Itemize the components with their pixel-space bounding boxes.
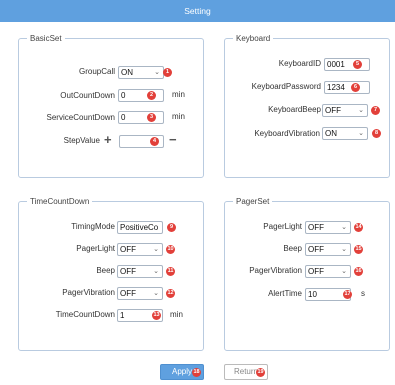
service-count-down-unit: min (172, 112, 185, 121)
out-count-down-input[interactable]: 0 (118, 89, 164, 102)
tcd-beep-select[interactable]: OFF ⌄ (117, 265, 163, 278)
return-label: Return (233, 367, 258, 376)
tcd-pager-light-value: OFF (120, 245, 136, 254)
ps-pager-light-select[interactable]: OFF ⌄ (305, 221, 351, 234)
tcd-beep-label: Beep (96, 266, 115, 275)
ps-pager-vibration-value: OFF (308, 267, 324, 276)
service-count-down-value: 0 (121, 113, 126, 122)
badge-16: 16 (354, 267, 363, 276)
keyboard-title: Keyboard (233, 33, 274, 44)
basic-set-panel: BasicSet (18, 33, 204, 178)
tcd-pager-vibration-value: OFF (120, 289, 136, 298)
chevron-down-icon: ⌄ (153, 246, 159, 253)
time-count-down-label: TimeCountDown (55, 310, 115, 319)
badge-15: 15 (354, 245, 363, 254)
ps-beep-label: Beep (283, 244, 302, 253)
keyboard-password-label: KeyboardPassword (251, 82, 321, 91)
out-count-down-label: OutCountDown (60, 91, 115, 100)
ps-pager-vibration-label: PagerVibration (249, 266, 302, 275)
badge-9: 9 (167, 223, 176, 232)
ps-pager-light-label: PagerLight (263, 222, 302, 231)
badge-2: 2 (147, 91, 156, 100)
badge-11: 11 (166, 267, 175, 276)
chevron-down-icon: ⌄ (341, 224, 347, 231)
badge-3: 3 (147, 113, 156, 122)
tcd-pager-vibration-label: PagerVibration (62, 288, 115, 297)
chevron-down-icon: ⌄ (341, 268, 347, 275)
ps-pager-light-value: OFF (308, 223, 324, 232)
chevron-down-icon: ⌄ (358, 107, 364, 114)
badge-7: 7 (371, 106, 380, 115)
group-call-select[interactable]: ON ⌄ (118, 66, 164, 79)
badge-17: 17 (343, 290, 352, 299)
badge-19: 19 (256, 368, 265, 377)
chevron-down-icon: ⌄ (154, 69, 160, 76)
out-count-down-value: 0 (121, 91, 126, 100)
badge-14: 14 (354, 223, 363, 232)
tcd-pager-light-label: PagerLight (76, 244, 115, 253)
service-count-down-label: ServiceCountDown (46, 113, 115, 122)
timing-mode-label: TimingMode (71, 222, 115, 231)
step-value-label: StepValue (63, 136, 100, 145)
tcd-pager-light-select[interactable]: OFF ⌄ (117, 243, 163, 256)
apply-label: Apply (171, 367, 192, 376)
keyboard-beep-value: OFF (325, 106, 341, 115)
timing-mode-select[interactable]: PositiveCo (117, 221, 163, 234)
timing-mode-value: PositiveCo (120, 223, 159, 232)
keyboard-vibration-label: KeyboardVibration (254, 129, 320, 138)
group-call-value: ON (121, 68, 133, 77)
basic-set-title: BasicSet (27, 33, 65, 44)
keyboard-beep-label: KeyboardBeep (268, 105, 321, 114)
badge-4: 4 (150, 137, 159, 146)
time-count-down-title: TimeCountDown (27, 196, 93, 207)
chevron-down-icon: ⌄ (341, 246, 347, 253)
keyboard-vibration-value: ON (325, 129, 337, 138)
chevron-down-icon: ⌄ (153, 290, 159, 297)
minus-icon[interactable]: − (169, 133, 177, 147)
badge-5: 5 (353, 60, 362, 69)
tcd-beep-value: OFF (120, 267, 136, 276)
keyboard-password-value: 1234 (327, 83, 345, 92)
tcd-pager-vibration-select[interactable]: OFF ⌄ (117, 287, 163, 300)
keyboard-password-input[interactable]: 1234 (324, 81, 370, 94)
chevron-down-icon: ⌄ (153, 268, 159, 275)
keyboard-id-value: 0001 (327, 60, 345, 69)
window-title: Setting (184, 6, 211, 16)
badge-18: 18 (192, 368, 201, 377)
keyboard-vibration-select[interactable]: ON ⌄ (322, 127, 368, 140)
plus-icon[interactable]: + (104, 133, 112, 147)
badge-13: 13 (152, 311, 161, 320)
window-titlebar: Setting (0, 0, 395, 22)
ps-pager-vibration-select[interactable]: OFF ⌄ (305, 265, 351, 278)
badge-6: 6 (351, 83, 360, 92)
badge-10: 10 (166, 245, 175, 254)
out-count-down-unit: min (172, 90, 185, 99)
alert-time-label: AlertTime (268, 289, 302, 298)
ps-beep-value: OFF (308, 245, 324, 254)
badge-8: 8 (372, 129, 381, 138)
badge-12: 12 (166, 289, 175, 298)
time-count-down-value: 1 (120, 311, 125, 320)
group-call-label: GroupCall (78, 67, 115, 76)
chevron-down-icon: ⌄ (358, 130, 364, 137)
service-count-down-input[interactable]: 0 (118, 111, 164, 124)
ps-beep-select[interactable]: OFF ⌄ (305, 243, 351, 256)
time-count-down-unit: min (170, 310, 183, 319)
alert-time-value: 10 (308, 290, 317, 299)
keyboard-id-input[interactable]: 0001 (324, 58, 370, 71)
badge-1: 1 (163, 68, 172, 77)
keyboard-beep-select[interactable]: OFF ⌄ (322, 104, 368, 117)
alert-time-unit: s (361, 289, 365, 298)
pager-set-title: PagerSet (233, 196, 273, 207)
keyboard-id-label: KeyboardID (278, 59, 321, 68)
